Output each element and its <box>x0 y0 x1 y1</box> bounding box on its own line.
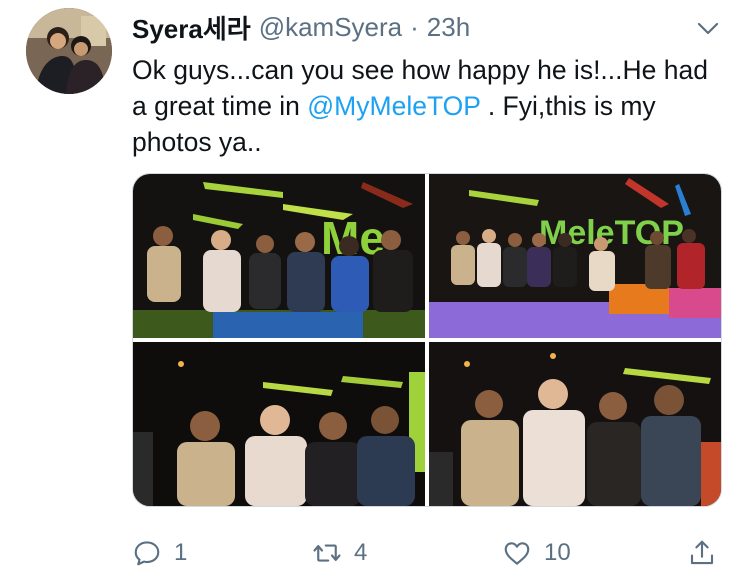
tweet-header: Syera세라 @kamSyera · 23h <box>132 11 470 44</box>
chevron-down-icon[interactable] <box>696 16 720 40</box>
photo-2[interactable]: MeleTOP <box>429 174 721 338</box>
share-button[interactable] <box>687 535 717 571</box>
retweet-icon <box>313 544 341 562</box>
tweet-timestamp[interactable]: 23h <box>427 12 470 43</box>
user-handle[interactable]: @kamSyera <box>259 12 402 43</box>
tweet-text: Ok guys...can you see how happy he is!..… <box>132 52 722 160</box>
reply-icon <box>134 541 160 566</box>
tweet-actions: 1 4 10 <box>132 535 722 571</box>
reply-count: 1 <box>174 539 188 566</box>
avatar-image <box>26 8 112 94</box>
avatar[interactable] <box>26 8 112 94</box>
heart-icon <box>504 542 530 565</box>
like-count: 10 <box>544 539 571 566</box>
like-button[interactable]: 10 <box>502 535 571 571</box>
separator-dot: · <box>410 11 419 42</box>
photo-1[interactable]: Me <box>133 174 425 338</box>
photo-4[interactable] <box>429 342 721 506</box>
retweet-button[interactable]: 4 <box>312 535 367 571</box>
photo-3[interactable] <box>133 342 425 506</box>
display-name[interactable]: Syera세라 <box>132 9 251 46</box>
mention-link[interactable]: @MyMeleTOP <box>307 91 480 121</box>
media-grid: Me MeleTOP <box>132 173 722 507</box>
retweet-count: 4 <box>354 539 368 566</box>
share-icon <box>690 540 714 565</box>
reply-button[interactable]: 1 <box>132 535 187 571</box>
